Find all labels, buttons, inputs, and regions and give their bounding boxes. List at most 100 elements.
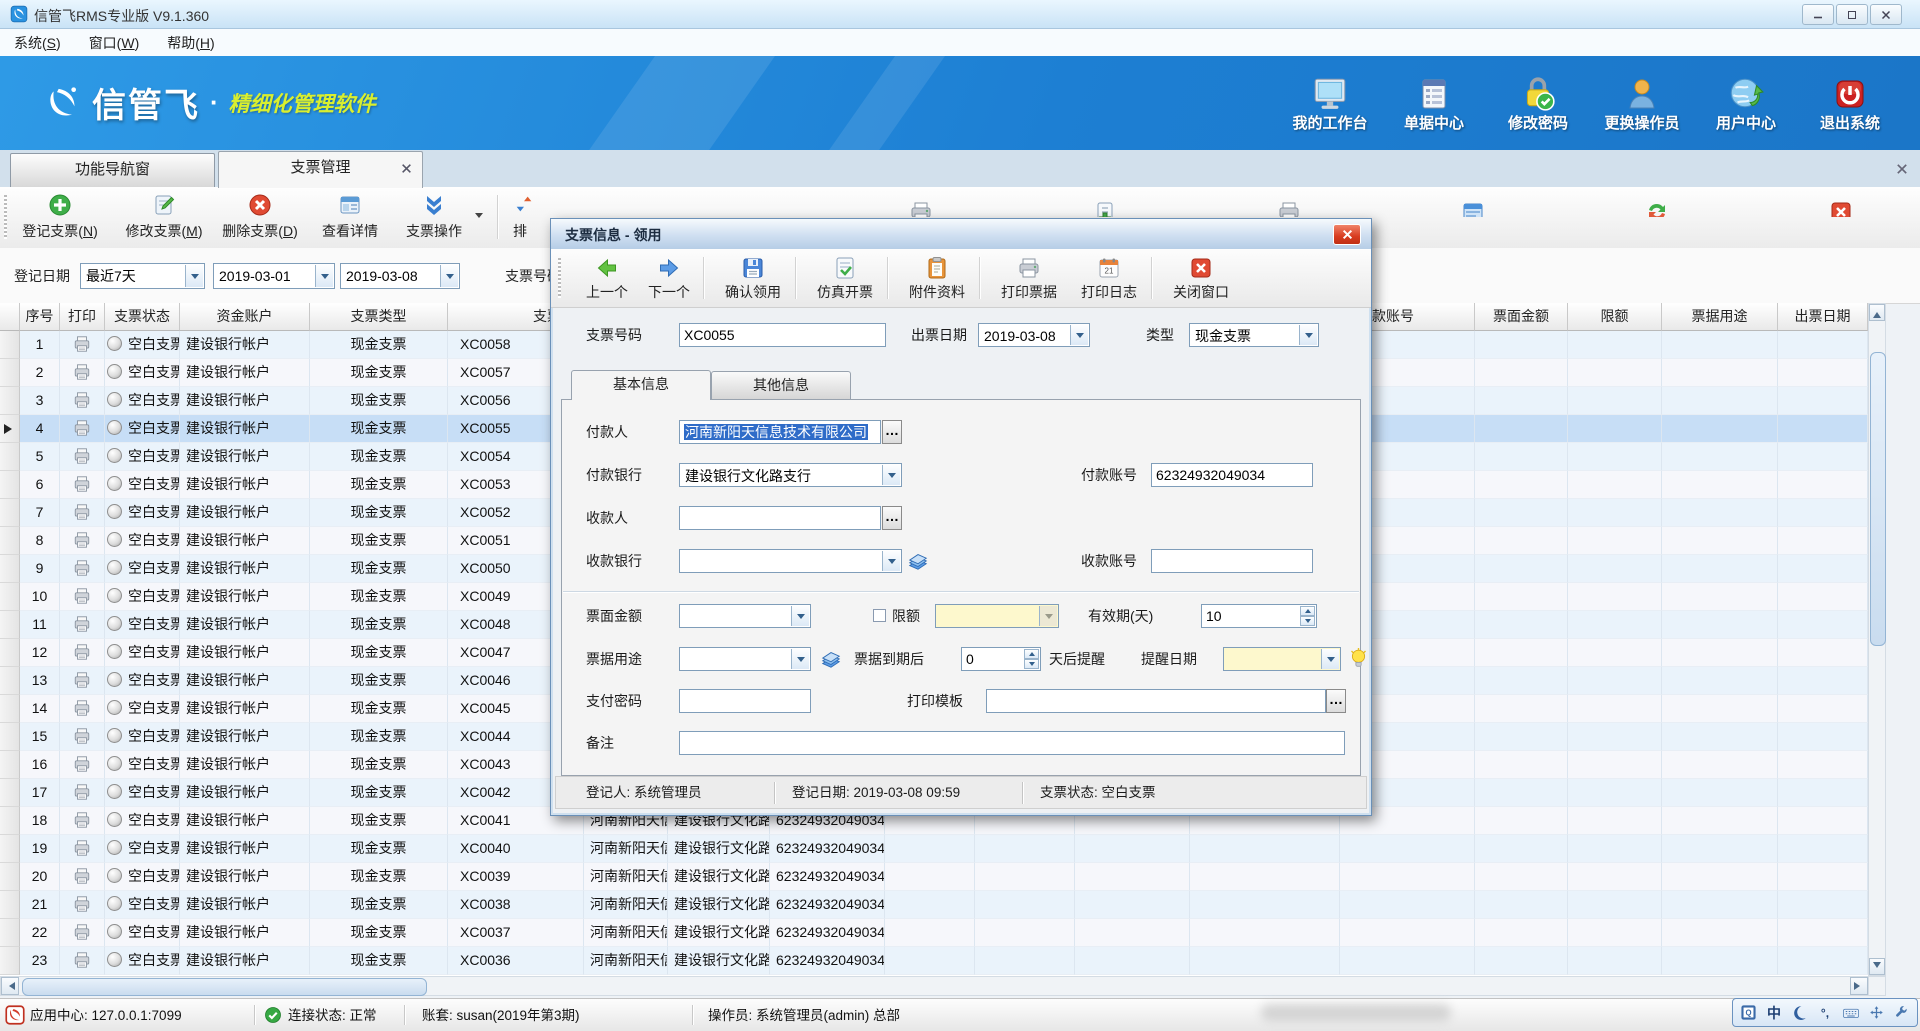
column-header-seq[interactable]: 序号 bbox=[20, 303, 60, 331]
tab-close-icon[interactable] bbox=[401, 152, 412, 184]
print-row-icon[interactable] bbox=[73, 419, 91, 435]
cell-print[interactable] bbox=[60, 667, 105, 695]
print-row-icon[interactable] bbox=[73, 867, 91, 883]
date-preset-combo[interactable]: 最近7天 bbox=[80, 263, 205, 289]
export-icon[interactable] bbox=[1093, 200, 1117, 217]
validity-spinner[interactable]: 10 bbox=[1201, 604, 1317, 628]
column-header-account[interactable]: 资金账户 bbox=[180, 303, 310, 331]
cell-print[interactable] bbox=[60, 723, 105, 751]
password-input[interactable] bbox=[679, 689, 811, 713]
dialog-close-icon[interactable] bbox=[1333, 224, 1361, 245]
column-header-print[interactable]: 打印 bbox=[60, 303, 105, 331]
print-row-icon[interactable] bbox=[73, 811, 91, 827]
cell-print[interactable] bbox=[60, 919, 105, 947]
print-row-icon[interactable] bbox=[73, 559, 91, 575]
print-row-icon[interactable] bbox=[73, 895, 91, 911]
table-row[interactable]: 19空白支票建设银行帐户现金支票XC0040河南新阳天信息建设银行文化路支行62… bbox=[0, 835, 1868, 863]
print-row-icon[interactable] bbox=[73, 587, 91, 603]
cell-print[interactable] bbox=[60, 415, 105, 443]
usage-combo[interactable] bbox=[679, 647, 811, 671]
due-after-spinner[interactable]: 0 bbox=[961, 647, 1041, 671]
combo-arrow-icon[interactable] bbox=[1321, 649, 1339, 669]
horizontal-scrollbar[interactable] bbox=[0, 976, 1868, 996]
vertical-scrollbar[interactable] bbox=[1868, 303, 1886, 976]
usage-book-icon[interactable] bbox=[820, 648, 842, 670]
tabstrip-close-icon[interactable] bbox=[1896, 160, 1908, 178]
toolbar-button-1[interactable]: 修改支票(M) bbox=[118, 190, 210, 245]
menu-item-0[interactable]: 系统(S) bbox=[14, 33, 61, 53]
spin-down-icon[interactable] bbox=[1300, 616, 1315, 626]
remind-date-combo[interactable] bbox=[1223, 647, 1341, 671]
payee-picker-button[interactable]: … bbox=[882, 506, 902, 530]
combo-arrow-icon[interactable] bbox=[315, 265, 333, 287]
check-type-combo[interactable]: 现金支票 bbox=[1189, 323, 1319, 347]
ime-lang-toggle[interactable]: 中 bbox=[1764, 1003, 1784, 1023]
tab-function-navigator[interactable]: 功能导航窗 bbox=[10, 153, 215, 187]
cell-print[interactable] bbox=[60, 443, 105, 471]
cell-print[interactable] bbox=[60, 359, 105, 387]
print-row-icon[interactable] bbox=[73, 503, 91, 519]
print-row-icon[interactable] bbox=[73, 671, 91, 687]
combo-arrow-icon[interactable] bbox=[440, 265, 458, 287]
close-icon[interactable] bbox=[1829, 200, 1853, 217]
cell-print[interactable] bbox=[60, 779, 105, 807]
template-picker-button[interactable]: … bbox=[1326, 689, 1346, 713]
table-row[interactable]: 23空白支票建设银行帐户现金支票XC0036河南新阳天信息建设银行文化路支行62… bbox=[0, 947, 1868, 975]
cell-print[interactable] bbox=[60, 695, 105, 723]
ime-wrench-icon[interactable] bbox=[1892, 1003, 1912, 1023]
cell-print[interactable] bbox=[60, 499, 105, 527]
dialog-toolbar-button-2[interactable]: 确认领用 bbox=[715, 254, 791, 304]
column-header-type[interactable]: 支票类型 bbox=[310, 303, 448, 331]
spin-down-icon[interactable] bbox=[1024, 659, 1039, 669]
print-row-icon[interactable] bbox=[73, 755, 91, 771]
payee-account-input[interactable] bbox=[1151, 549, 1313, 573]
table-row[interactable]: 20空白支票建设银行帐户现金支票XC0039河南新阳天信息建设银行文化路支行62… bbox=[0, 863, 1868, 891]
print-row-icon[interactable] bbox=[73, 475, 91, 491]
vertical-scroll-thumb[interactable] bbox=[1870, 352, 1886, 646]
cell-print[interactable] bbox=[60, 331, 105, 359]
dialog-toolbar-button-3[interactable]: 仿真开票 bbox=[807, 254, 883, 304]
dialog-toolbar-button-7[interactable]: 关闭窗口 bbox=[1163, 254, 1239, 304]
dialog-tab-other[interactable]: 其他信息 bbox=[711, 371, 851, 399]
banner-action-3[interactable]: 更换操作员 bbox=[1590, 68, 1694, 133]
ime-logo-icon[interactable]: Q bbox=[1739, 1003, 1759, 1023]
spin-up-icon[interactable] bbox=[1024, 649, 1039, 659]
print-row-icon[interactable] bbox=[73, 727, 91, 743]
horizontal-scroll-thumb[interactable] bbox=[22, 978, 427, 996]
minimize-button[interactable] bbox=[1802, 4, 1834, 25]
issue-date-combo[interactable]: 2019-03-08 bbox=[978, 323, 1090, 347]
cell-print[interactable] bbox=[60, 807, 105, 835]
dialog-tab-basic[interactable]: 基本信息 bbox=[571, 370, 711, 400]
scroll-down-icon[interactable] bbox=[1869, 958, 1885, 975]
table-row[interactable]: 22空白支票建设银行帐户现金支票XC0037河南新阳天信息建设银行文化路支行62… bbox=[0, 919, 1868, 947]
print-row-icon[interactable] bbox=[73, 447, 91, 463]
cell-print[interactable] bbox=[60, 387, 105, 415]
menu-item-2[interactable]: 帮助(H) bbox=[167, 33, 214, 53]
maximize-button[interactable] bbox=[1836, 4, 1868, 25]
dialog-toolbar-button-1[interactable]: 下一个 bbox=[641, 254, 697, 304]
combo-arrow-icon[interactable] bbox=[1299, 325, 1317, 345]
menu-item-1[interactable]: 窗口(W) bbox=[89, 33, 140, 53]
ime-move-icon[interactable] bbox=[1866, 1003, 1886, 1023]
combo-arrow-icon[interactable] bbox=[882, 551, 900, 571]
print-row-icon[interactable] bbox=[73, 951, 91, 967]
print-icon[interactable] bbox=[909, 200, 933, 217]
scroll-left-icon[interactable] bbox=[1, 977, 19, 995]
limit-checkbox[interactable] bbox=[873, 609, 886, 622]
dialog-titlebar[interactable]: 支票信息 - 领用 bbox=[551, 219, 1371, 250]
cell-print[interactable] bbox=[60, 891, 105, 919]
cell-print[interactable] bbox=[60, 835, 105, 863]
cell-print[interactable] bbox=[60, 471, 105, 499]
scroll-up-icon[interactable] bbox=[1869, 304, 1885, 321]
dialog-toolbar-button-5[interactable]: 打印票据 bbox=[991, 254, 1067, 304]
payer-bank-combo[interactable]: 建设银行文化路支行 bbox=[679, 463, 902, 487]
dialog-toolbar-button-4[interactable]: 附件资料 bbox=[899, 254, 975, 304]
print-row-icon[interactable] bbox=[73, 923, 91, 939]
payer-input[interactable]: 河南新阳天信息技术有限公司 bbox=[679, 420, 881, 444]
column-header-issue_date[interactable]: 出票日期 bbox=[1778, 303, 1868, 331]
combo-arrow-icon[interactable] bbox=[791, 606, 809, 626]
payer-account-input[interactable]: 62324932049034 bbox=[1151, 463, 1313, 487]
cell-print[interactable] bbox=[60, 583, 105, 611]
scroll-right-icon[interactable] bbox=[1850, 977, 1868, 995]
cell-print[interactable] bbox=[60, 555, 105, 583]
